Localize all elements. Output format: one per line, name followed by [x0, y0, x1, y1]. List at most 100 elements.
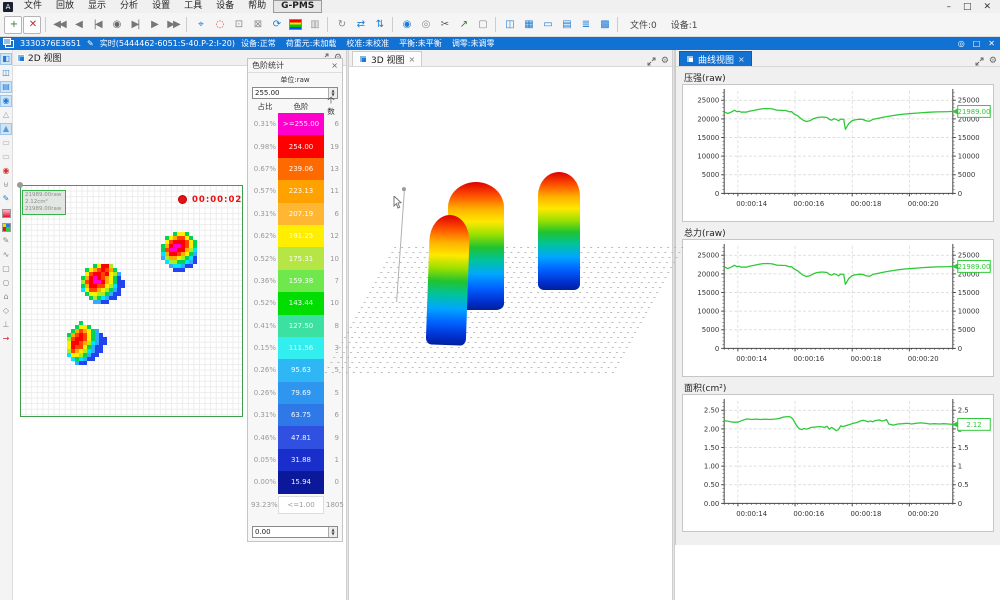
close-icon[interactable]: × [331, 61, 338, 70]
snapshot-button[interactable]: ⊡ [229, 16, 247, 34]
polyline-tool-icon[interactable]: ∿ [0, 249, 12, 261]
calibrate-off-button[interactable]: ◎ [416, 16, 434, 34]
step-backward-button[interactable]: ◀ [69, 16, 87, 34]
status-item: 设备:正常 [241, 38, 276, 49]
minimize-button[interactable]: – [946, 2, 951, 12]
view-target-icon[interactable]: ◉ [0, 95, 12, 107]
menu-G-PMS[interactable]: G-PMS [273, 0, 322, 13]
close-icon[interactable]: × [409, 55, 416, 64]
roi-ellipse-button[interactable]: ◌ [210, 16, 228, 34]
video-off-button[interactable]: ⊠ [248, 16, 266, 34]
gear-icon[interactable]: ⚙ [661, 56, 669, 66]
tab-3d-label: 3D 视图 [371, 53, 405, 66]
chart-force[interactable]: 2500025000200002000015000150001000010000… [682, 239, 994, 377]
crop-button[interactable]: ▢ [473, 16, 491, 34]
row-count: 1 [326, 456, 339, 464]
add-view-button[interactable]: + [4, 16, 22, 34]
marker-pen-icon[interactable]: ✎ [0, 193, 12, 205]
pressure-grid[interactable]: 21989.00raw 2.12cm² 21989.00raw 00:00:02 [20, 185, 243, 417]
fast-backward-button[interactable]: ◀◀ [50, 16, 68, 34]
close-button[interactable]: ✕ [983, 2, 991, 12]
export-button[interactable]: ↗ [454, 16, 472, 34]
row-percent: 0.52% [251, 255, 276, 263]
expand-icon[interactable] [975, 57, 984, 66]
peak-outline-icon[interactable]: △ [0, 109, 12, 121]
svg-text:5000: 5000 [958, 171, 976, 179]
expand-icon[interactable] [647, 57, 656, 66]
menu-设置[interactable]: 设置 [145, 0, 177, 13]
gradient-swatch-icon[interactable] [0, 207, 12, 219]
pencil-icon[interactable]: ✎ [0, 235, 12, 247]
close-icon[interactable]: ✕ [988, 39, 995, 48]
avg-frame-icon[interactable]: ▭ [0, 137, 12, 149]
svg-text:10000: 10000 [958, 153, 980, 161]
layout-monitor-button[interactable]: ▤ [557, 16, 575, 34]
peak-filled-icon[interactable]: ▲ [0, 123, 12, 135]
circle-select-icon[interactable]: ○ [0, 277, 12, 289]
menu-文件[interactable]: 文件 [17, 0, 49, 13]
device-count-label: 设备:1 [671, 18, 698, 31]
svg-text:10000: 10000 [697, 308, 719, 316]
layout-two-pane-button[interactable]: ◫ [500, 16, 518, 34]
row-count: 19 [326, 143, 339, 151]
record-point-icon[interactable]: ◉ [0, 165, 12, 177]
menu-帮助[interactable]: 帮助 [241, 0, 273, 13]
layout-frame-button[interactable]: ▭ [538, 16, 556, 34]
swap-horizontal-button[interactable]: ⇄ [351, 16, 369, 34]
menu-回放[interactable]: 回放 [49, 0, 81, 13]
row-percent: 0.31% [251, 120, 276, 128]
view-3d-icon[interactable]: ▤ [0, 81, 12, 93]
cut-button[interactable]: ✂ [435, 16, 453, 34]
row-level-swatch: 47.81 [278, 426, 324, 448]
go-end-button[interactable]: ▶| [126, 16, 144, 34]
view-2d-icon[interactable]: ◧ [0, 53, 12, 65]
rect-select-icon[interactable]: ▢ [0, 263, 12, 275]
row-percent: 0.41% [251, 322, 276, 330]
fast-forward-button[interactable]: ▶▶ [164, 16, 182, 34]
video-sync-button[interactable]: ⟳ [267, 16, 285, 34]
row-level-swatch: 223.13 [278, 180, 324, 202]
refresh-button[interactable]: ↻ [332, 16, 350, 34]
menu-分析[interactable]: 分析 [113, 0, 145, 13]
layout-list-button[interactable]: ≣ [576, 16, 594, 34]
restore-icon[interactable]: ◎ [958, 39, 965, 48]
layout-grid-button[interactable]: ▦ [519, 16, 537, 34]
swap-vertical-button[interactable]: ⇅ [370, 16, 388, 34]
chart-area[interactable]: 2.502.52.0021.501.51.0010.500.50.00000:0… [682, 394, 994, 532]
dotted-floor-grid[interactable] [321, 245, 689, 375]
tab-3d-view[interactable]: 3D 视图 × [352, 51, 422, 66]
color-scale-row: 0.26%79.695 [251, 382, 339, 404]
calibrate-on-button[interactable]: ◉ [397, 16, 415, 34]
avg-box-icon[interactable]: ▭ [0, 151, 12, 163]
hexagon-select-icon[interactable]: ◇ [0, 305, 12, 317]
view-quad-icon[interactable]: ◫ [0, 67, 12, 79]
clear-button[interactable]: ▥ [305, 16, 323, 34]
close-icon[interactable]: × [738, 55, 745, 64]
menu-工具[interactable]: 工具 [177, 0, 209, 13]
spinner-icon[interactable]: ▲▼ [328, 527, 337, 537]
grid-handle[interactable] [17, 182, 23, 188]
exit-tool-icon[interactable]: → [0, 333, 12, 345]
layout-tiles-button[interactable]: ▩ [595, 16, 613, 34]
maximize-button[interactable]: □ [963, 2, 972, 12]
pin-button[interactable]: ⌖ [191, 16, 209, 34]
play-button[interactable]: ▶ [145, 16, 163, 34]
panel-3d: 3D 视图 × ⚙ [349, 50, 672, 600]
gear-icon[interactable]: ⚙ [989, 56, 997, 66]
menu-设备[interactable]: 设备 [209, 0, 241, 13]
close-view-button[interactable]: ✕ [23, 16, 41, 34]
palette-grid-icon[interactable] [0, 221, 12, 233]
chart-pressure[interactable]: 2500025000200002000015000150001000010000… [682, 84, 994, 222]
go-start-button[interactable]: |◀ [88, 16, 106, 34]
stop-button[interactable]: ◉ [107, 16, 125, 34]
min-value-input[interactable]: 0.00 ▲▼ [252, 526, 338, 538]
menu-显示[interactable]: 显示 [81, 0, 113, 13]
maximize-icon[interactable]: □ [973, 39, 981, 48]
stamp-icon[interactable]: ⊎ [0, 179, 12, 191]
polygon-select-icon[interactable]: ⌂ [0, 291, 12, 303]
colorbar-button[interactable] [286, 16, 304, 34]
chart-group-area: 面积(cm²) 2.502.52.0021.501.51.0010.500.50… [682, 381, 994, 532]
edit-icon[interactable]: ✎ [87, 39, 94, 48]
ground-axis-icon[interactable]: ⊥ [0, 319, 12, 331]
tab-curve-view[interactable]: 曲线视图 × [679, 51, 752, 66]
